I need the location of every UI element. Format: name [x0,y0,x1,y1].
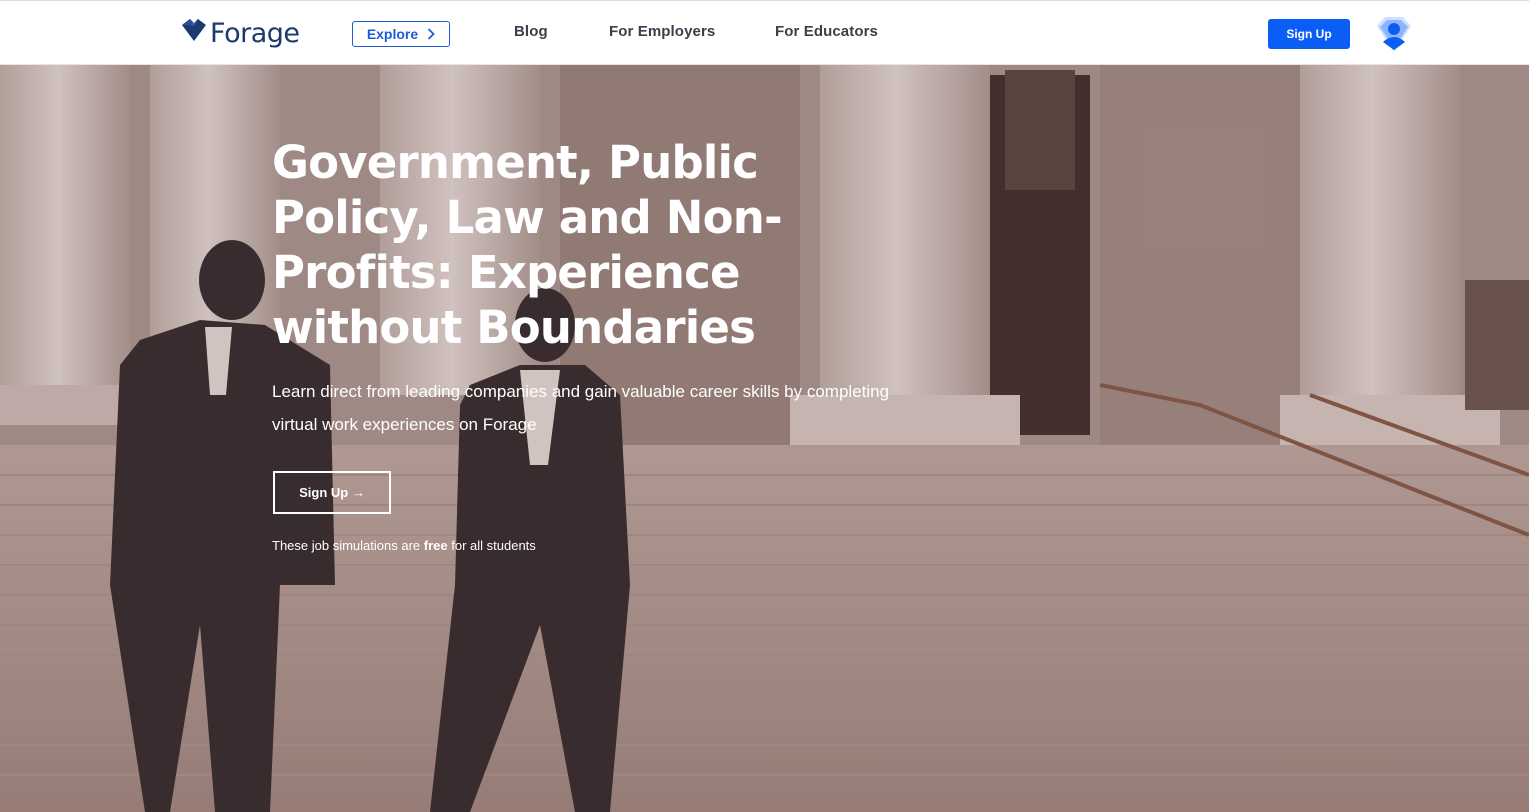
hero-title: Government, Public Policy, Law and Non-P… [272,136,783,354]
forage-logo-icon [182,19,206,41]
nav-link-for-employers[interactable]: For Employers [609,23,715,40]
explore-button[interactable]: Explore [352,21,450,47]
nav-link-for-educators[interactable]: For Educators [775,23,878,40]
explore-label: Explore [366,26,419,42]
hero-subtitle: Learn direct from leading companies and … [272,382,890,434]
header-sign-up-button[interactable]: Sign Up [1268,19,1350,49]
forage-logo[interactable]: Forage [181,14,300,52]
free-simulations-note: These job simulations are free for all s… [272,538,536,553]
hero-section: Government, Public Policy, Law and Non-P… [0,65,1529,812]
note-free-emphasis: free [423,538,448,553]
hero-sign-up-button[interactable]: Sign Up → [273,471,391,514]
nav-link-blog[interactable]: Blog [514,23,548,40]
note-prefix: These job simulations are [272,538,421,553]
note-suffix: for all students [451,538,536,553]
chevron-right-icon [428,28,435,40]
logo-text: Forage [210,17,300,49]
user-avatar-icon[interactable] [1373,14,1415,54]
top-navigation-bar: Forage Explore Blog For Employers For Ed… [0,0,1529,65]
